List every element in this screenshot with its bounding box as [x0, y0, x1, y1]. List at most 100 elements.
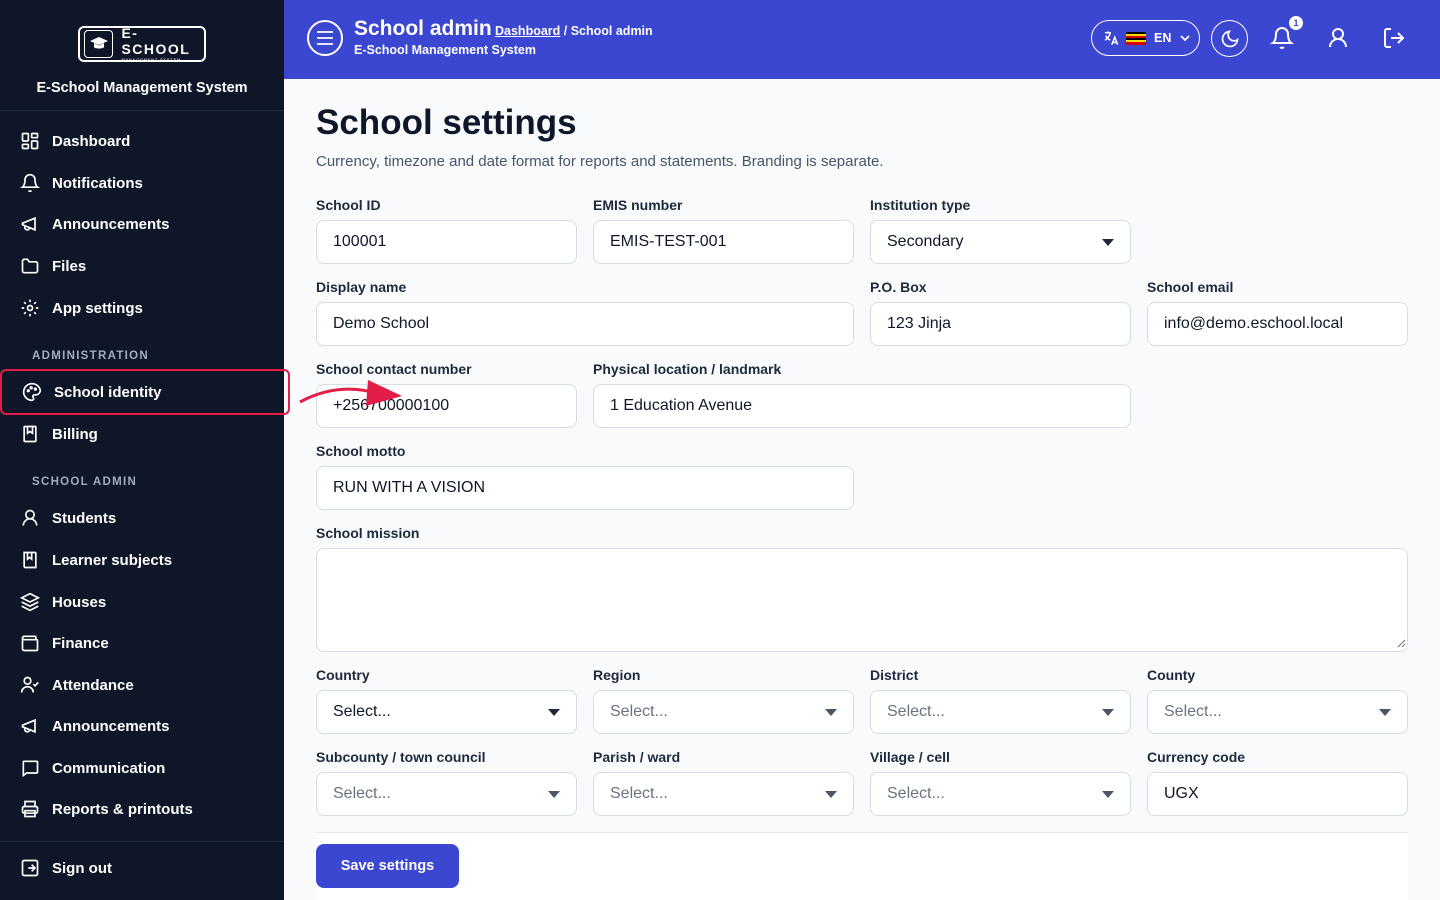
hamburger-icon [317, 31, 333, 45]
sidebar-item-label: Announcements [52, 215, 170, 233]
village-select[interactable]: Select... [870, 772, 1131, 816]
mission-label: School mission [316, 525, 420, 541]
notification-badge: 1 [1289, 16, 1303, 30]
page-title: School settings [316, 103, 577, 142]
sidebar-item-students[interactable]: Students [0, 497, 284, 539]
bell-icon[interactable] [1270, 26, 1294, 50]
location-label: Physical location / landmark [593, 361, 782, 377]
motto-label: School motto [316, 443, 406, 459]
sidebar-item-notifications[interactable]: Notifications [0, 162, 284, 204]
user-check-icon [20, 676, 39, 693]
sidebar-item-announcements[interactable]: Announcements [0, 203, 284, 245]
currency-label: Currency code [1147, 749, 1246, 765]
sidebar-item-label: Dashboard [52, 132, 131, 150]
emis-input[interactable]: EMIS-TEST-001 [593, 220, 854, 264]
sidebar-item-label: Reports & printouts [52, 800, 193, 818]
motto-input[interactable]: RUN WITH A VISION [316, 466, 854, 510]
institution-type-select[interactable]: Secondary [870, 220, 1131, 264]
receipt-icon [23, 425, 37, 443]
gear-icon [21, 299, 39, 317]
sidebar-item-learner-subjects[interactable]: Learner subjects [0, 539, 284, 581]
brand: E-SCHOOL MANAGEMENT SYSTEM E-School Mana… [0, 0, 284, 111]
sidebar-item-label: School identity [54, 383, 162, 401]
sidebar-item-attendance[interactable]: Attendance [0, 664, 284, 706]
contact-number-label: School contact number [316, 361, 472, 377]
breadcrumb-separator: / [560, 24, 571, 38]
logout-icon[interactable] [1382, 26, 1406, 50]
sidebar-item-announcements-school[interactable]: Announcements [0, 705, 284, 747]
sidebar-item-sign-out[interactable]: Sign out [0, 847, 284, 889]
sidebar-item-school-identity[interactable]: School identity [0, 369, 290, 415]
uganda-flag-icon [1126, 31, 1146, 45]
sidebar-item-label: Houses [52, 593, 107, 611]
mission-textarea[interactable] [316, 548, 1408, 652]
graduation-cap-icon [84, 30, 114, 58]
theme-toggle-button[interactable] [1211, 20, 1248, 57]
sidebar-item-dashboard[interactable]: Dashboard [0, 120, 284, 162]
printer-icon [21, 800, 39, 818]
top-header: School admin Dashboard / School admin E-… [284, 0, 1440, 79]
save-settings-button[interactable]: Save settings [316, 844, 459, 888]
county-label: County [1147, 667, 1196, 683]
county-select[interactable]: Select... [1147, 690, 1408, 734]
currency-input[interactable]: UGX [1147, 772, 1408, 816]
county-value: Select... [1164, 703, 1222, 720]
location-input[interactable]: 1 Education Avenue [593, 384, 1131, 428]
display-name-input[interactable]: Demo School [316, 302, 854, 346]
sidebar-item-label: Communication [52, 759, 166, 777]
caret-down-icon [825, 790, 837, 798]
sidebar-item-label: App settings [52, 299, 143, 317]
caret-down-icon [825, 708, 837, 716]
language-selector[interactable]: EN [1091, 20, 1200, 56]
sidebar-item-billing[interactable]: Billing [0, 413, 284, 455]
region-select[interactable]: Select... [593, 690, 854, 734]
sidebar-item-files[interactable]: Files [0, 245, 284, 287]
sidebar-item-label: Learner subjects [52, 551, 173, 569]
sidebar-item-communication[interactable]: Communication [0, 747, 284, 789]
sidebar-item-label: Notifications [52, 174, 143, 192]
palette-icon [22, 382, 42, 402]
po-box-label: P.O. Box [870, 279, 927, 295]
breadcrumb-current: School admin [570, 24, 653, 38]
caret-down-icon [1102, 790, 1114, 798]
sidebar-item-label: Announcements [52, 717, 170, 735]
parish-value: Select... [610, 785, 668, 802]
chevron-down-icon [1180, 35, 1191, 42]
district-select[interactable]: Select... [870, 690, 1131, 734]
sidebar-item-label: Files [52, 257, 87, 275]
sidebar-item-finance[interactable]: Finance [0, 622, 284, 664]
sidebar-item-reports[interactable]: Reports & printouts [0, 788, 284, 830]
caret-down-icon [1102, 708, 1114, 716]
sidebar-item-label: Attendance [52, 676, 134, 694]
country-select[interactable]: Select... [316, 690, 577, 734]
school-email-input[interactable]: info@demo.eschool.local [1147, 302, 1408, 346]
sidebar-divider [0, 841, 284, 842]
parish-select[interactable]: Select... [593, 772, 854, 816]
resize-handle-icon[interactable] [1396, 638, 1406, 648]
menu-toggle-button[interactable] [307, 20, 343, 56]
breadcrumb: Dashboard / School admin [495, 24, 653, 38]
logo[interactable]: E-SCHOOL MANAGEMENT SYSTEM [78, 25, 206, 62]
school-email-label: School email [1147, 279, 1234, 295]
school-id-input[interactable]: 100001 [316, 220, 577, 264]
sidebar-item-houses[interactable]: Houses [0, 581, 284, 623]
village-value: Select... [887, 785, 945, 802]
po-box-input[interactable]: 123 Jinja [870, 302, 1131, 346]
breadcrumb-dashboard-link[interactable]: Dashboard [495, 24, 560, 38]
translate-icon [1104, 31, 1119, 46]
country-value: Select... [333, 703, 391, 720]
logo-text: E-SCHOOL [121, 25, 191, 57]
caret-down-icon [1102, 238, 1114, 246]
megaphone-icon [21, 718, 36, 734]
user-icon[interactable] [1326, 26, 1350, 50]
district-label: District [870, 667, 919, 683]
sidebar-item-label: Billing [52, 425, 98, 443]
institution-type-label: Institution type [870, 197, 971, 213]
sidebar: E-SCHOOL MANAGEMENT SYSTEM E-School Mana… [0, 0, 290, 900]
megaphone-icon [21, 216, 36, 232]
subcounty-select[interactable]: Select... [316, 772, 577, 816]
school-id-label: School ID [316, 197, 381, 213]
sidebar-item-app-settings[interactable]: App settings [0, 287, 284, 329]
district-value: Select... [887, 703, 945, 720]
subcounty-value: Select... [333, 785, 391, 802]
